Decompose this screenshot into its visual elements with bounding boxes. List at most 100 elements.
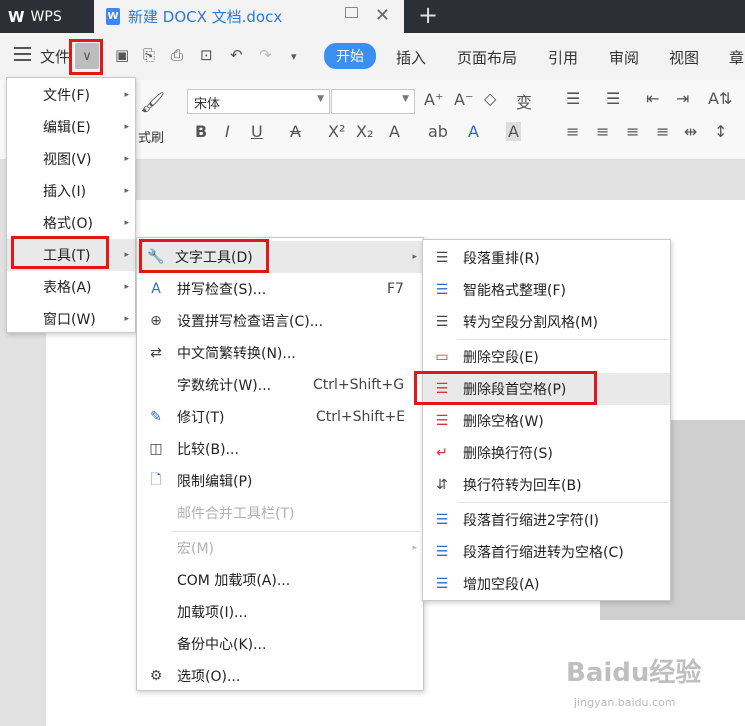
file-menu-item-edit[interactable]: 编辑(E) ▸ xyxy=(7,111,135,143)
tools-item-text-tools[interactable]: 🔧 文字工具(D) ▸ xyxy=(137,241,423,273)
tab-references[interactable]: 引用 xyxy=(548,47,578,68)
text-tools-item-add-empty-para[interactable]: ☰ 增加空段(A) xyxy=(423,568,670,600)
hamburger-menu-icon[interactable] xyxy=(14,47,31,61)
print-icon[interactable]: ⎙ xyxy=(171,46,183,64)
print-preview-icon[interactable]: ⊡ xyxy=(200,46,213,64)
tools-item-com-addins[interactable]: COM 加载项(A)... xyxy=(137,564,423,596)
shortcut-label: F7 xyxy=(387,281,404,297)
submenu-arrow-icon: ▸ xyxy=(124,122,129,132)
superscript-icon[interactable]: X² xyxy=(328,122,345,141)
tools-item-backup-center[interactable]: 备份中心(K)... xyxy=(137,628,423,660)
file-menu-item-window[interactable]: 窗口(W) ▸ xyxy=(7,303,135,335)
clear-format-icon[interactable]: ◇ xyxy=(484,89,496,108)
numbered-list-icon[interactable]: ☰ xyxy=(606,89,620,108)
file-menu: 文件(F) ▸ 编辑(E) ▸ 视图(V) ▸ 插入(I) ▸ 格式(O) ▸ … xyxy=(6,77,136,333)
font-color-icon[interactable]: A xyxy=(468,122,479,141)
tools-item-compare[interactable]: ◫ 比较(B)... xyxy=(137,433,423,465)
submenu-arrow-icon: ▸ xyxy=(412,543,417,553)
tools-item-spell-check[interactable]: A 拼写检查(S)... F7 xyxy=(137,273,423,305)
decrease-font-icon[interactable]: A⁻ xyxy=(454,90,473,109)
text-effect-icon[interactable]: A xyxy=(389,122,400,141)
document-tab[interactable]: W 新建 DOCX 文档.docx ✕ xyxy=(94,0,404,33)
align-left-icon[interactable]: ≡ xyxy=(566,122,579,141)
paragraph-reflow-icon: ☰ xyxy=(435,250,449,266)
file-menu-item-tools[interactable]: 工具(T) ▸ xyxy=(7,239,135,271)
increase-font-icon[interactable]: A⁺ xyxy=(424,90,443,109)
justify-icon[interactable]: ≡ xyxy=(656,122,669,141)
tab-view[interactable]: 视图 xyxy=(669,47,699,68)
tab-review[interactable]: 审阅 xyxy=(609,47,639,68)
strikethrough-icon[interactable]: A xyxy=(290,122,301,141)
document-tab-title: 新建 DOCX 文档.docx xyxy=(128,8,283,26)
bold-icon[interactable]: B xyxy=(195,122,207,141)
increase-indent-icon[interactable]: ⇥ xyxy=(676,89,689,108)
file-menu-item-format[interactable]: 格式(O) ▸ xyxy=(7,207,135,239)
delete-leading-space-icon: ☰ xyxy=(435,381,449,397)
highlight-icon[interactable]: ab xyxy=(428,122,448,141)
tools-item-restrict-editing[interactable]: 🗋 限制编辑(P) xyxy=(137,465,423,497)
subscript-icon[interactable]: X₂ xyxy=(356,122,373,141)
menu-item-label: 插入(I) xyxy=(43,184,87,200)
text-direction-icon[interactable]: A⇅ xyxy=(708,89,732,108)
save-icon[interactable]: ▣ xyxy=(115,46,129,64)
text-tools-item-empty-para-style[interactable]: ☰ 转为空段分割风格(M) xyxy=(423,306,670,338)
monitor-icon[interactable] xyxy=(345,7,358,18)
menu-item-label: 中文简繁转换(N)... xyxy=(177,346,296,362)
tab-start[interactable]: 开始 xyxy=(324,43,376,69)
phonetic-icon[interactable]: 变 xyxy=(516,89,532,113)
file-menu-label[interactable]: 文件 xyxy=(40,46,70,67)
tab-chapter[interactable]: 章 xyxy=(729,47,744,68)
tools-item-addins[interactable]: 加载项(I)... xyxy=(137,596,423,628)
char-shading-icon[interactable]: A xyxy=(506,122,521,141)
redo-icon[interactable]: ↷ xyxy=(259,46,272,64)
file-menu-item-insert[interactable]: 插入(I) ▸ xyxy=(7,175,135,207)
text-tools-item-first-line-indent[interactable]: ☰ 段落首行缩进2字符(I) xyxy=(423,504,670,536)
file-dropdown-button[interactable]: ∨ xyxy=(75,43,99,69)
text-tools-item-indent-to-spaces[interactable]: ☰ 段落首行缩进转为空格(C) xyxy=(423,536,670,568)
menu-item-label: 段落首行缩进转为空格(C) xyxy=(463,545,624,561)
underline-icon[interactable]: U xyxy=(251,122,263,141)
italic-icon[interactable]: I xyxy=(225,122,230,141)
format-painter-icon[interactable]: 🖌 xyxy=(140,90,165,114)
undo-icon[interactable]: ↶ xyxy=(230,46,243,64)
font-name-select[interactable]: 宋体 ▼ xyxy=(187,89,330,114)
decrease-indent-icon[interactable]: ⇤ xyxy=(646,89,659,108)
menu-item-label: 表格(A) xyxy=(43,280,92,296)
customize-toolbar-icon[interactable]: ▾ xyxy=(291,50,297,63)
tools-item-macro: 宏(M) ▸ xyxy=(137,532,423,564)
text-tools-item-delete-empty-para[interactable]: ▭ 删除空段(E) xyxy=(423,341,670,373)
tools-item-track-changes[interactable]: ✎ 修订(T) Ctrl+Shift+E xyxy=(137,401,423,433)
tools-item-options[interactable]: ⚙ 选项(O)... xyxy=(137,660,423,692)
menu-item-label: 宏(M) xyxy=(177,541,215,557)
export-icon[interactable]: ⎘ xyxy=(143,46,155,64)
tools-item-spell-language[interactable]: ⊕ 设置拼写检查语言(C)... xyxy=(137,305,423,337)
distribute-icon[interactable]: ⇹ xyxy=(684,122,697,141)
file-menu-item-view[interactable]: 视图(V) ▸ xyxy=(7,143,135,175)
tab-insert[interactable]: 插入 xyxy=(396,47,426,68)
word-doc-icon: W xyxy=(106,8,120,25)
text-tools-item-line-break-to-enter[interactable]: ⇵ 换行符转为回车(B) xyxy=(423,469,670,501)
align-right-icon[interactable]: ≡ xyxy=(626,122,639,141)
text-tools-item-delete-line-breaks[interactable]: ↵ 删除换行符(S) xyxy=(423,437,670,469)
close-icon[interactable]: ✕ xyxy=(375,5,390,26)
wps-home-tab[interactable]: W WPS xyxy=(0,0,94,33)
text-tools-item-delete-leading-spaces[interactable]: ☰ 删除段首空格(P) xyxy=(423,373,670,405)
file-menu-item-file[interactable]: 文件(F) ▸ xyxy=(7,79,135,111)
new-tab-button[interactable]: + xyxy=(418,1,438,29)
align-center-icon[interactable]: ≡ xyxy=(596,122,609,141)
bullet-list-icon[interactable]: ☰ xyxy=(566,89,580,108)
menu-item-label: 备份中心(K)... xyxy=(177,637,267,653)
menu-separator xyxy=(457,339,669,340)
font-size-select[interactable]: ▼ xyxy=(331,89,415,114)
text-tools-item-smart-format[interactable]: ☰ 智能格式整理(F) xyxy=(423,274,670,306)
tools-item-word-count[interactable]: 字数统计(W)... Ctrl+Shift+G xyxy=(137,369,423,401)
lock-document-icon: 🗋 xyxy=(150,472,162,488)
text-tools-item-reflow[interactable]: ☰ 段落重排(R) xyxy=(423,242,670,274)
text-tools-item-delete-spaces[interactable]: ☰ 删除空格(W) xyxy=(423,405,670,437)
file-menu-item-table[interactable]: 表格(A) ▸ xyxy=(7,271,135,303)
menu-item-label: 换行符转为回车(B) xyxy=(463,478,582,494)
tab-page-layout[interactable]: 页面布局 xyxy=(457,47,517,68)
delete-empty-paragraph-icon: ▭ xyxy=(435,349,449,365)
tools-item-chinese-convert[interactable]: ⇄ 中文简繁转换(N)... xyxy=(137,337,423,369)
line-spacing-icon[interactable]: ↕ xyxy=(714,122,727,141)
